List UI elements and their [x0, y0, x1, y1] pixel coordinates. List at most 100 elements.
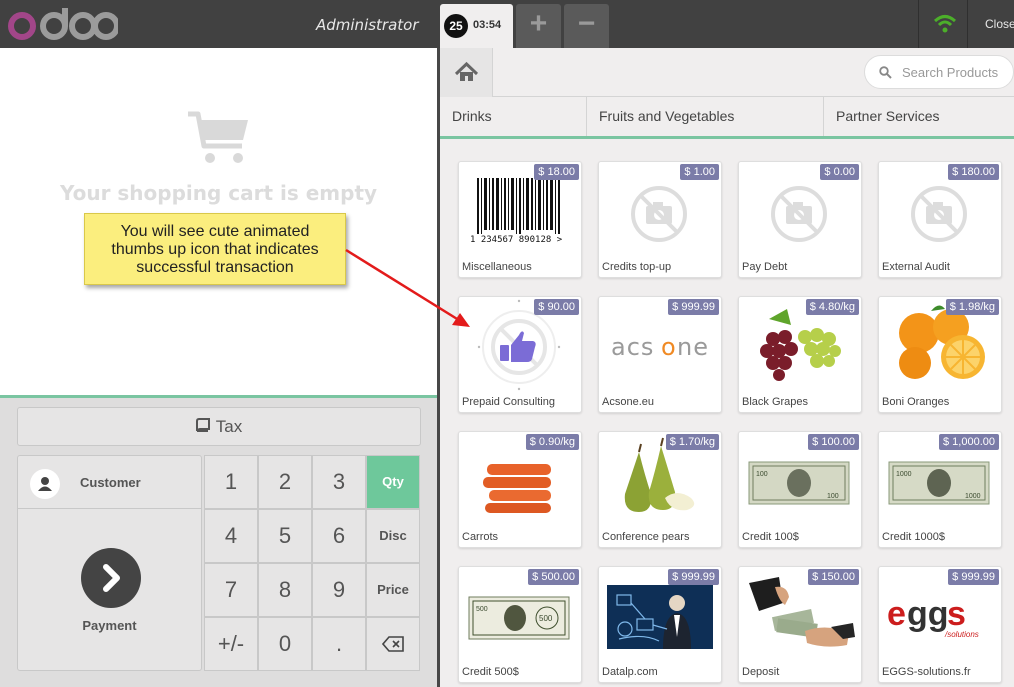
shopping-cart-icon	[188, 111, 248, 163]
numpad-key-8[interactable]: 8	[258, 563, 312, 617]
order-number-badge: 25	[444, 14, 468, 38]
product-price: $ 4.80/kg	[805, 299, 859, 315]
numpad-key-1[interactable]: 1	[204, 455, 258, 509]
mode-price-button[interactable]: Price	[366, 563, 420, 617]
callout-line: successful transaction	[136, 259, 294, 276]
product-name: Credit 1000$	[882, 531, 945, 543]
search-input[interactable]: Search Products	[902, 65, 998, 80]
svg-text:ne: ne	[677, 333, 709, 361]
category-partner-services[interactable]: Partner Services	[824, 97, 1014, 136]
backspace-button[interactable]	[366, 617, 420, 671]
product-price: $ 0.90/kg	[525, 434, 579, 450]
wifi-icon	[933, 15, 957, 33]
numpad-key-6[interactable]: 6	[312, 509, 366, 563]
user-name: Administrator	[316, 16, 419, 34]
product-price: $ 500.00	[528, 569, 579, 585]
product-name: External Audit	[882, 261, 950, 273]
product-name: Conference pears	[602, 531, 690, 543]
payment-label: Payment	[82, 618, 137, 633]
product-price: $ 999.99	[948, 569, 999, 585]
product-name: Prepaid Consulting	[462, 396, 555, 408]
close-button[interactable]: Close	[985, 17, 1014, 31]
callout-line: thumbs up icon that indicates	[111, 241, 319, 258]
search-box[interactable]: Search Products	[864, 55, 1014, 89]
empty-cart-message: Your shopping cart is empty	[59, 181, 378, 205]
product-price: $ 1.00	[680, 164, 719, 180]
left-pane: Your shopping cart is empty Tax Customer…	[0, 48, 437, 687]
product-name: Pay Debt	[742, 261, 788, 273]
svg-text:/solutions: /solutions	[944, 630, 979, 639]
product-name: Datalp.com	[602, 666, 658, 678]
product-card[interactable]: $ 4.80/kg Black Grapes	[738, 296, 862, 413]
product-card[interactable]: 1 234567 890128 > $ 18.00 Miscellaneous	[458, 161, 582, 278]
product-price: $ 1,000.00	[939, 434, 999, 450]
svg-text:s: s	[947, 595, 966, 633]
product-name: EGGS-solutions.fr	[882, 666, 971, 678]
numpad-key-3[interactable]: 3	[312, 455, 366, 509]
product-card[interactable]: $ 0.00 Pay Debt	[738, 161, 862, 278]
product-card[interactable]: e gg s /solutions $ 999.99 EGGS-solution…	[878, 566, 1002, 683]
mode-qty-button[interactable]: Qty	[366, 455, 420, 509]
numpad-key-2[interactable]: 2	[258, 455, 312, 509]
numpad-key-7[interactable]: 7	[204, 563, 258, 617]
product-card[interactable]: 100 100 $ 100.00 Credit 100$	[738, 431, 862, 548]
svg-text:o: o	[661, 333, 677, 361]
product-card[interactable]: $ 90.00 Prepaid Consulting	[458, 296, 582, 413]
svg-text:acs: acs	[611, 333, 654, 361]
product-card[interactable]: acs o ne $ 999.99 Acsone.eu	[598, 296, 722, 413]
category-fruits-and-vegetables[interactable]: Fruits and Vegetables	[587, 97, 824, 136]
action-pad: Customer Payment	[17, 455, 202, 671]
numpad-key-plusminus[interactable]: +/-	[204, 617, 258, 671]
pos-header: Administrator 25 03:54 + − Close	[0, 0, 1014, 48]
new-order-button[interactable]: +	[516, 4, 561, 48]
product-price: $ 90.00	[534, 299, 579, 315]
tax-button[interactable]: Tax	[17, 407, 421, 446]
product-price: $ 1.98/kg	[945, 299, 999, 315]
numpad-key-4[interactable]: 4	[204, 509, 258, 563]
barcode-digits: 1 234567 890128 >	[470, 235, 563, 245]
chevron-right-icon	[103, 564, 120, 592]
product-card[interactable]: $ 150.00 Deposit	[738, 566, 862, 683]
numpad-key-0[interactable]: 0	[258, 617, 312, 671]
home-category-button[interactable]	[440, 48, 493, 97]
product-price: $ 1.70/kg	[665, 434, 719, 450]
product-card[interactable]: $ 1.70/kg Conference pears	[598, 431, 722, 548]
product-price: $ 0.00	[820, 164, 859, 180]
product-name: Black Grapes	[742, 396, 809, 408]
mode-disc-button[interactable]: Disc	[366, 509, 420, 563]
banknote-value: 100	[756, 471, 768, 478]
tutorial-callout: You will see cute animated thumbs up ico…	[84, 213, 346, 285]
order-tab-active[interactable]: 25 03:54	[440, 4, 513, 48]
payment-button[interactable]	[81, 548, 141, 608]
customer-button[interactable]: Customer	[18, 456, 201, 509]
product-card[interactable]: $ 180.00 External Audit	[878, 161, 1002, 278]
product-card[interactable]: $ 999.99 Datalp.com	[598, 566, 722, 683]
banknote-value: 500	[476, 606, 488, 613]
product-price: $ 100.00	[808, 434, 859, 450]
category-bar: Drinks Fruits and Vegetables Partner Ser…	[440, 97, 1014, 139]
product-card[interactable]: $ 1.00 Credits top-up	[598, 161, 722, 278]
numpad-key-5[interactable]: 5	[258, 509, 312, 563]
product-screen: Search Products Drinks Fruits and Vegeta…	[440, 48, 1014, 687]
banknote-value: 1000	[965, 493, 981, 500]
product-card[interactable]: $ 1.98/kg Boni Oranges	[878, 296, 1002, 413]
category-drinks[interactable]: Drinks	[440, 97, 587, 136]
delete-order-button[interactable]: −	[564, 4, 609, 48]
svg-text:e: e	[887, 595, 906, 633]
product-name: Credit 500$	[462, 666, 519, 678]
product-grid: 1 234567 890128 > $ 18.00 Miscellaneous …	[440, 142, 1014, 687]
product-price: $ 18.00	[534, 164, 579, 180]
banknote-value: 1000	[896, 471, 912, 478]
product-card[interactable]: $ 0.90/kg Carrots	[458, 431, 582, 548]
product-card[interactable]: 1000 1000 $ 1,000.00 Credit 1000$	[878, 431, 1002, 548]
breadcrumb-bar: Search Products	[440, 48, 1014, 97]
home-icon	[454, 61, 479, 81]
product-card[interactable]: 500 500 $ 500.00 Credit 500$	[458, 566, 582, 683]
product-price: $ 999.99	[668, 299, 719, 315]
tax-label: Tax	[215, 417, 243, 436]
product-name: Carrots	[462, 531, 499, 543]
product-name: Acsone.eu	[602, 396, 654, 408]
numpad-key-9[interactable]: 9	[312, 563, 366, 617]
numpad-key-dot[interactable]: .	[312, 617, 366, 671]
product-name: Miscellaneous	[462, 261, 532, 273]
